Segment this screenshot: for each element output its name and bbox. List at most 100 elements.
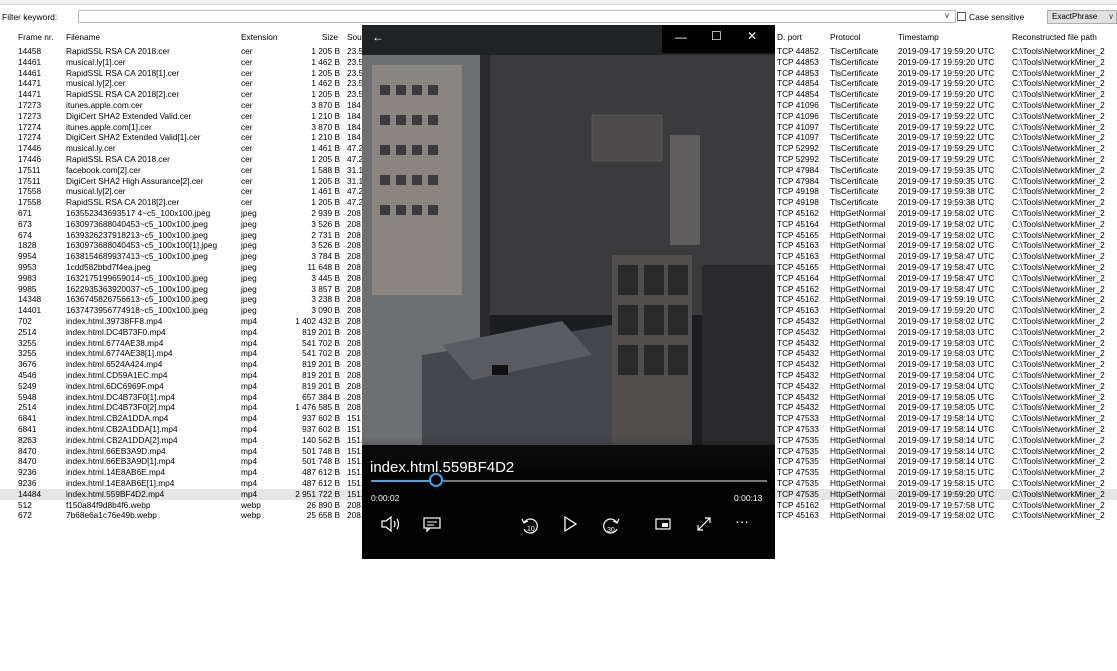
cell-path: C:\Tools\NetworkMiner_2: [1012, 283, 1105, 294]
cell-path: C:\Tools\NetworkMiner_2: [1012, 121, 1105, 132]
cell-timestamp: 2019-09-17 19:58:02 UTC: [898, 208, 995, 218]
skip-forward-30-icon[interactable]: 30: [600, 515, 624, 535]
skip-back-10-icon[interactable]: 10: [519, 515, 541, 535]
filter-keyword-input[interactable]: [78, 10, 956, 23]
cell-protocol: TlsCertificate: [830, 89, 879, 100]
case-sensitive-checkbox[interactable]: [957, 12, 966, 21]
play-icon[interactable]: [562, 515, 578, 533]
cell-dport: TCP 45163: [777, 510, 819, 521]
cell-path: C:\Tools\NetworkMiner_2: [1012, 467, 1105, 478]
captions-icon[interactable]: [422, 515, 442, 533]
media-player-window[interactable]: ← — ☐ ✕ index.html.559BF4D2 0:00:02 0:00…: [362, 25, 775, 559]
cell-filename: index.html.6DC6969F.mp4: [66, 380, 164, 391]
match-mode-select[interactable]: ExactPhrase ∨: [1047, 10, 1117, 24]
cell-path: C:\Tools\NetworkMiner_2: [1012, 197, 1105, 208]
cell-size: 1 205 B: [311, 154, 340, 164]
cell-dport: TCP 45163: [777, 240, 819, 251]
col-header-dport[interactable]: D. port: [777, 29, 817, 46]
col-header-reconstructed-path[interactable]: Reconstructed file path: [1012, 29, 1117, 46]
col-header-frame[interactable]: Frame nr.: [18, 29, 62, 46]
cell-size: 3 238 B: [311, 294, 340, 305]
cell-path: C:\Tools\NetworkMiner_2: [1012, 348, 1105, 359]
cell-timestamp: 2019-09-17 19:59:20 UTC: [898, 46, 995, 56]
cell-frame: 9953: [18, 262, 37, 272]
cell-path: C:\Tools\NetworkMiner_2: [1012, 326, 1105, 337]
close-icon[interactable]: ✕: [747, 29, 757, 43]
cell-filename: index.html.DC4B73F0[2].mp4: [66, 402, 175, 413]
cell-path: C:\Tools\NetworkMiner_2: [1012, 132, 1105, 143]
cell-dport: TCP 49198: [777, 186, 819, 197]
cell-frame: 702: [18, 316, 32, 326]
filter-dropdown-chevron-icon[interactable]: ∨: [944, 11, 950, 20]
col-header-source[interactable]: Sou: [347, 29, 362, 46]
cell-ext: jpeg: [241, 262, 257, 272]
cell-path: C:\Tools\NetworkMiner_2: [1012, 424, 1105, 434]
cell-filename: index.html.CB2A1DDA[1].mp4: [66, 424, 178, 434]
cell-dport: TCP 44853: [777, 67, 819, 78]
window-top-strip: [0, 0, 1117, 5]
cell-size: 3 870 B: [311, 100, 340, 110]
cell-timestamp: 2019-09-17 19:58:47 UTC: [898, 251, 995, 262]
cell-filename: musical.ly[2].cer: [66, 78, 126, 89]
cell-size: 1 588 B: [311, 164, 340, 175]
cell-dport: TCP 45432: [777, 402, 819, 413]
cell-frame: 17558: [18, 186, 42, 197]
cell-protocol: HttpGetNormal: [830, 251, 886, 262]
cell-ext: cer: [241, 175, 253, 186]
cell-frame: 14471: [18, 89, 42, 100]
maximize-icon[interactable]: ☐: [711, 29, 722, 43]
cell-path: C:\Tools\NetworkMiner_2: [1012, 89, 1105, 100]
cell-ext: cer: [241, 121, 253, 132]
cell-path: C:\Tools\NetworkMiner_2: [1012, 434, 1105, 445]
cell-filename: 1639326237918213~c5_100x100.jpeg: [66, 229, 208, 240]
cell-size: 3 857 B: [311, 283, 340, 294]
cell-protocol: TlsCertificate: [830, 110, 879, 121]
cell-path: C:\Tools\NetworkMiner_2: [1012, 175, 1105, 186]
cell-ext: cer: [241, 132, 253, 143]
cell-protocol: TlsCertificate: [830, 154, 879, 164]
cell-ext: cer: [241, 67, 253, 78]
fullscreen-icon[interactable]: [695, 515, 713, 533]
cell-timestamp: 2019-09-17 19:58:02 UTC: [898, 240, 995, 251]
col-header-size[interactable]: Size: [290, 29, 338, 46]
cell-dport: TCP 45162: [777, 283, 819, 294]
cell-frame: 14461: [18, 67, 42, 78]
cell-protocol: HttpGetNormal: [830, 402, 886, 413]
cell-path: C:\Tools\NetworkMiner_2: [1012, 316, 1105, 326]
cell-frame: 9954: [18, 251, 37, 262]
cell-dport: TCP 47535: [777, 467, 819, 478]
cell-filename: index.html.14E8AB6E[1].mp4: [66, 478, 175, 488]
mini-view-icon[interactable]: [653, 515, 673, 533]
cell-path: C:\Tools\NetworkMiner_2: [1012, 305, 1105, 316]
cell-filename: index.html.CB2A1DDA[2].mp4: [66, 434, 178, 445]
more-options-icon[interactable]: ···: [735, 513, 749, 529]
col-header-filename[interactable]: Filename: [66, 29, 226, 46]
cell-frame: 9236: [18, 467, 37, 478]
cell-size: 487 612 B: [302, 478, 340, 488]
cell-frame: 17274: [18, 121, 42, 132]
cell-filename: 1638154689937413~c5_100x100.jpeg: [66, 251, 208, 262]
cell-ext: jpeg: [241, 229, 257, 240]
cell-filename: facebook.com[2].cer: [66, 164, 141, 175]
minimize-icon[interactable]: —: [675, 30, 687, 44]
cell-filename: 1cdd582bbd7f4ea.jpeg: [66, 262, 151, 272]
col-header-extension[interactable]: Extension: [241, 29, 291, 46]
cell-filename: RapidSSL RSA CA 2018.cer: [66, 154, 170, 164]
cell-filename: 163552343693517 4~c5_100x100.jpeg: [66, 208, 211, 218]
cell-protocol: TlsCertificate: [830, 132, 879, 143]
seek-bar[interactable]: [371, 473, 767, 487]
volume-icon[interactable]: [380, 515, 402, 533]
back-arrow-icon[interactable]: ←: [372, 30, 384, 44]
cell-timestamp: 2019-09-17 19:58:02 UTC: [898, 229, 995, 240]
cell-frame: 6841: [18, 413, 37, 424]
cell-timestamp: 2019-09-17 19:59:22 UTC: [898, 110, 995, 121]
cell-dport: TCP 41096: [777, 110, 819, 121]
cell-protocol: HttpGetNormal: [830, 218, 886, 229]
cell-filename: musical.ly[2].cer: [66, 186, 126, 197]
col-header-timestamp[interactable]: Timestamp: [898, 29, 998, 46]
cell-size: 1 461 B: [311, 143, 340, 154]
cell-protocol: TlsCertificate: [830, 143, 879, 154]
cell-frame: 9236: [18, 478, 37, 488]
col-header-protocol[interactable]: Protocol: [830, 29, 890, 46]
cell-frame: 2514: [18, 326, 37, 337]
